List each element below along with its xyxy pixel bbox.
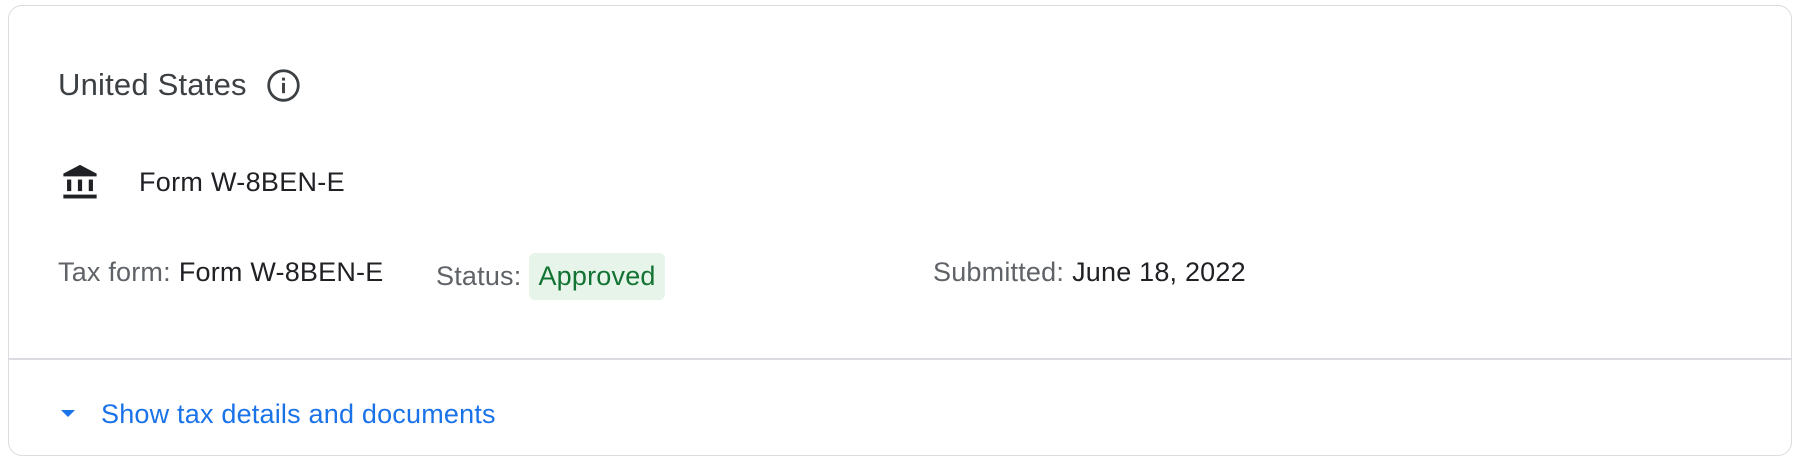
form-row: Form W-8BEN-E (59, 159, 345, 205)
submitted-label: Submitted: (933, 256, 1065, 287)
status-badge: Approved (529, 252, 665, 300)
divider (9, 358, 1791, 360)
caret-down-icon (59, 405, 77, 423)
submitted-detail: Submitted: June 18, 2022 (933, 247, 1246, 297)
show-tax-details-label: Show tax details and documents (101, 398, 496, 429)
info-icon[interactable] (265, 67, 302, 104)
status-detail: Status: Approved (436, 251, 665, 301)
tax-form-details: Tax form: Form W-8BEN-E Status: Approved… (58, 251, 1758, 301)
tax-form-value: Form W-8BEN-E (178, 256, 384, 287)
country-header: United States (58, 60, 302, 110)
status-label: Status: (436, 260, 522, 291)
country-title: United States (58, 67, 247, 102)
tax-form-detail: Tax form: Form W-8BEN-E (58, 247, 383, 297)
bank-building-icon (59, 161, 101, 203)
show-tax-details-button[interactable]: Show tax details and documents (59, 391, 496, 437)
submitted-date: June 18, 2022 (1072, 256, 1246, 287)
tax-info-card: United States Form W-8BEN-E Tax form: Fo… (8, 5, 1792, 456)
form-name: Form W-8BEN-E (139, 166, 345, 197)
tax-form-label: Tax form: (58, 256, 171, 287)
